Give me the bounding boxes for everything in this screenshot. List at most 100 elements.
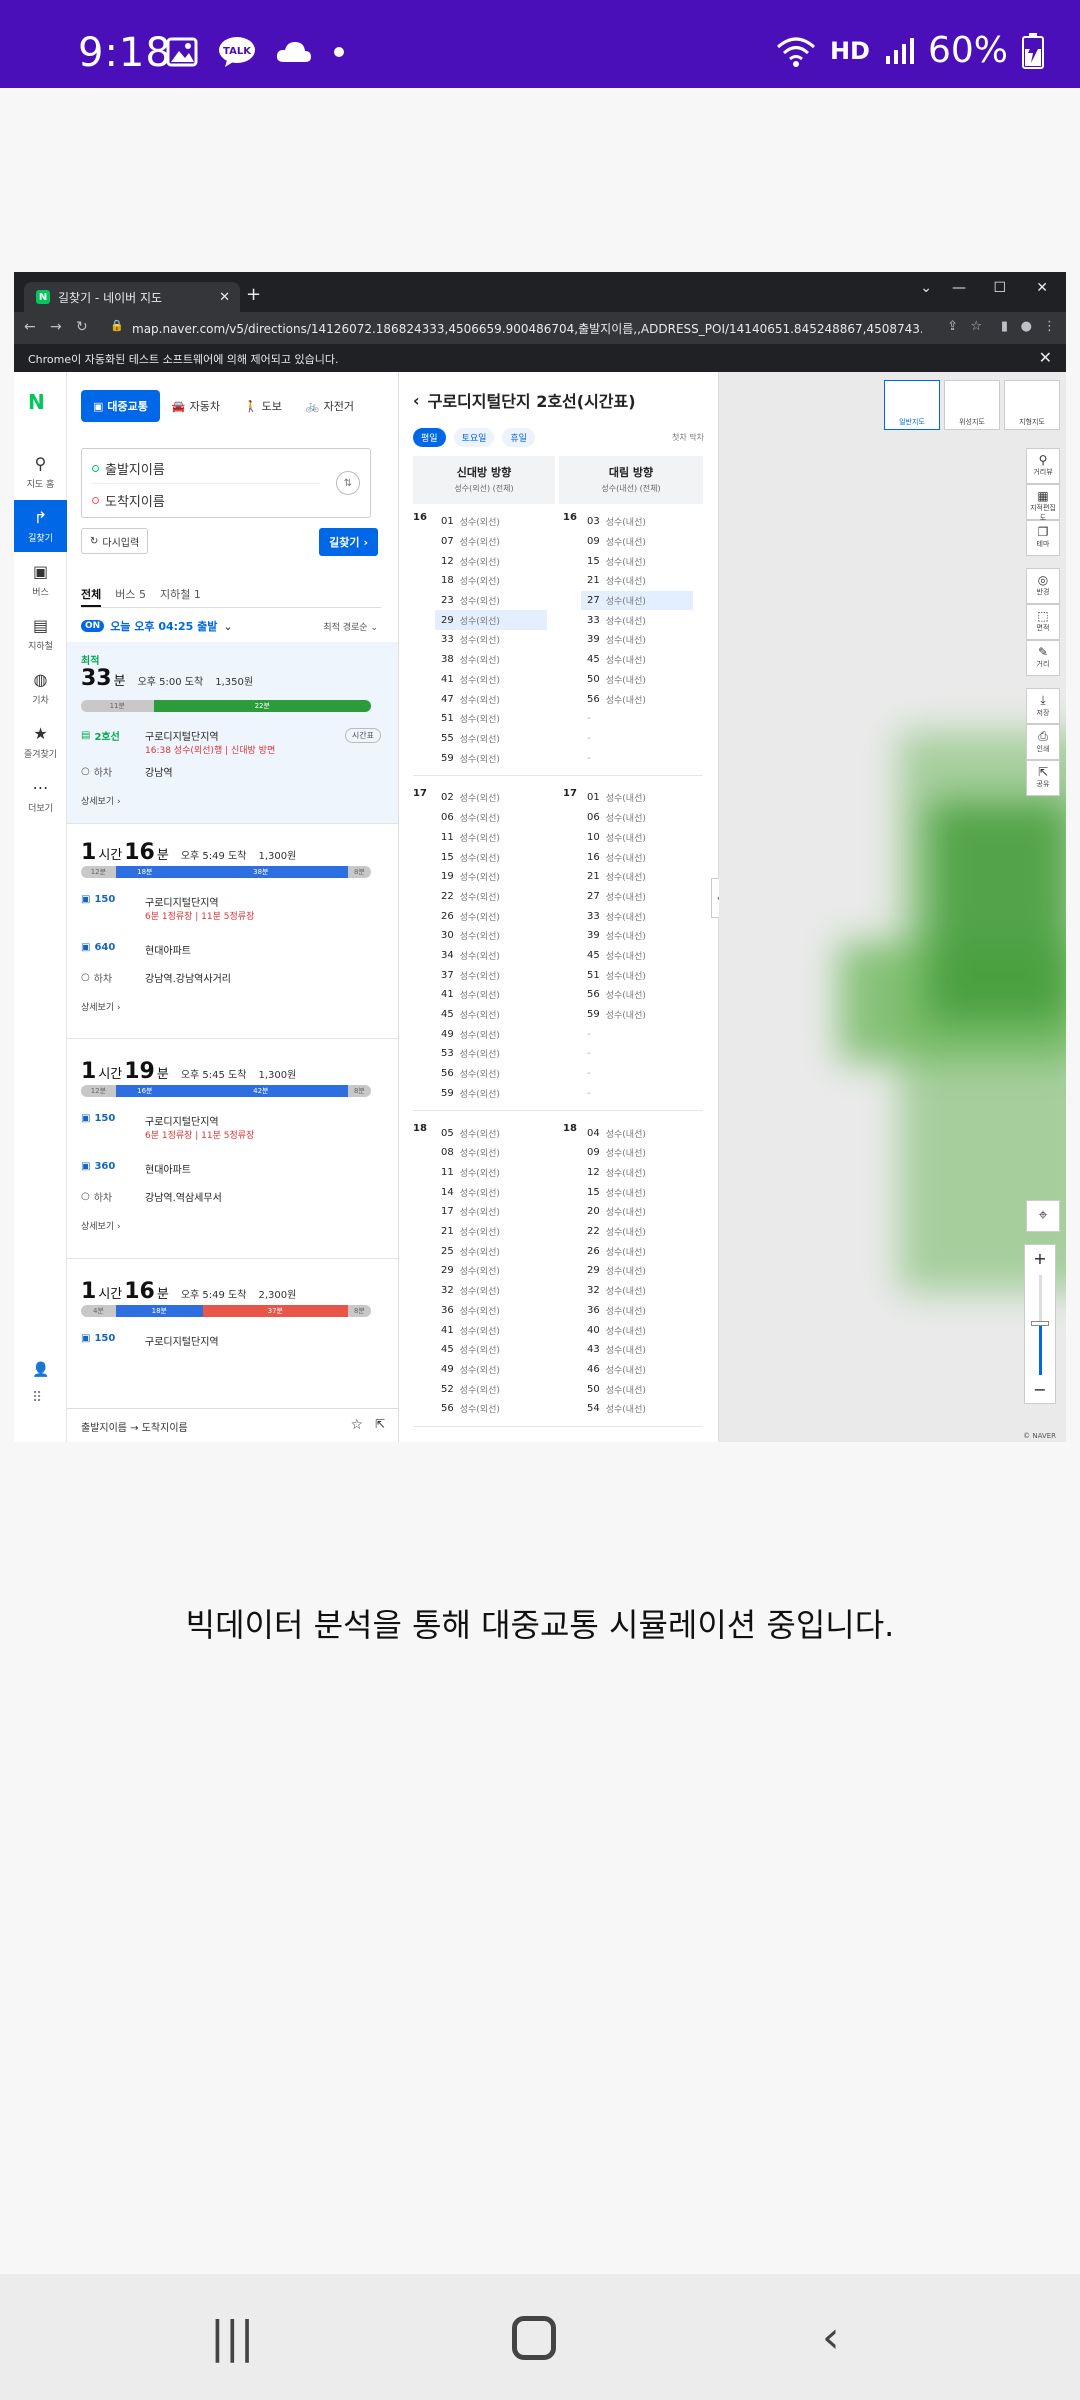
cadastral-button[interactable]: ▦ 지적편집도: [1026, 484, 1060, 522]
mode-car[interactable]: 🚘 자동차: [160, 390, 232, 422]
close-infobar-icon[interactable]: ✕: [1039, 348, 1052, 367]
tab-subway[interactable]: 지하철 1: [160, 580, 201, 607]
departure-minute: 22: [587, 1226, 600, 1238]
save-button[interactable]: ⤓ 저장: [1026, 688, 1060, 724]
automation-notice: Chrome이 자동화된 테스트 소프트웨어에 의해 제어되고 있습니다.: [28, 353, 339, 366]
departure-selector[interactable]: ON 오늘 오후 04:25 출발 ⌄: [81, 618, 233, 634]
back-chevron-icon[interactable]: ‹: [413, 391, 420, 410]
departure-row: 23 성수(외선): [435, 591, 547, 611]
tab-saturday[interactable]: 토요일: [453, 428, 495, 447]
on-badge: ON: [81, 620, 105, 632]
tab-bus[interactable]: 버스 5: [115, 580, 146, 607]
destination-input[interactable]: 도착지이름: [92, 491, 165, 510]
details-link[interactable]: 상세보기 ›: [81, 1219, 121, 1232]
share-icon[interactable]: ⇪: [947, 319, 958, 334]
naver-logo[interactable]: N: [28, 390, 45, 414]
minimize-icon[interactable]: —: [952, 280, 966, 296]
map-type-satellite[interactable]: 위성지도: [944, 380, 1000, 430]
swap-icon[interactable]: ⇅: [336, 471, 360, 495]
find-route-button[interactable]: 길찾기 ›: [319, 528, 378, 556]
maximize-icon[interactable]: ☐: [993, 280, 1006, 296]
departure-minute: 26: [441, 910, 454, 922]
sidebar-item-more[interactable]: ⋯ 더보기: [14, 770, 67, 822]
area-button[interactable]: ⬚ 면적: [1026, 604, 1060, 640]
timetable-button[interactable]: 시간표: [344, 728, 381, 743]
zoom-in-icon[interactable]: +: [1025, 1245, 1055, 1268]
profile-icon[interactable]: ●: [1021, 319, 1032, 334]
reload-icon[interactable]: ↻: [76, 319, 88, 335]
departure-minute: 11: [441, 1167, 454, 1179]
sort-dropdown[interactable]: 최적 경로순 ⌄: [323, 620, 378, 633]
origin-input[interactable]: 출발지이름: [92, 459, 165, 478]
sidebar-item-directions[interactable]: ↱ 길찾기: [14, 500, 67, 552]
zoom-handle[interactable]: [1031, 1321, 1049, 1326]
theme-button[interactable]: ❐ 테마: [1026, 520, 1060, 556]
departure-minute: 55: [441, 732, 454, 744]
route-card[interactable]: 1 시간 16 분 오후 5:49 도착 2,300원 4분 18분 37분 8분 ▣ 150 구로…: [67, 1259, 398, 1399]
sidebar-item-train[interactable]: ◍ 기차: [14, 662, 67, 714]
user-icon[interactable]: 👤: [32, 1362, 49, 1378]
new-tab-icon[interactable]: +: [246, 284, 261, 305]
mode-walk[interactable]: 🚶 도보: [232, 390, 294, 422]
apps-grid-icon[interactable]: ⠿: [32, 1390, 42, 1406]
first-last-toggle[interactable]: 첫차 막차: [672, 432, 704, 443]
sidebar-item-subway[interactable]: ▤ 지하철: [14, 608, 67, 660]
distance-button[interactable]: ✎ 거리: [1026, 640, 1060, 676]
route-leg: ▣ 640 현대아파트: [81, 942, 191, 957]
bookmark-star-icon[interactable]: ☆: [970, 319, 982, 334]
browser-tab[interactable]: N 길찾기 - 네이버 지도 ✕: [24, 282, 240, 312]
back-icon[interactable]: ←: [24, 319, 36, 335]
side-panel-icon[interactable]: ▮: [1001, 319, 1008, 334]
route-card[interactable]: 1 시간 16 분 오후 5:49 도착 1,300원 12분 18분 38분 8분 ▣ 150 구…: [67, 824, 398, 1039]
map-canvas[interactable]: 일반지도 위성지도 지형지도 ⚲ 거리뷰 ▦ 지적편집도 ❐ 테마 ◎ 반경 ⬚ 면적 ✎…: [719, 372, 1066, 1442]
route-bar: 4분 18분 37분 8분: [81, 1305, 371, 1317]
radius-button[interactable]: ◎ 반경: [1026, 568, 1060, 604]
zoom-out-icon[interactable]: −: [1025, 1380, 1055, 1399]
departure-minute: 25: [441, 1245, 454, 1257]
share-button[interactable]: ⇱ 공유: [1026, 760, 1060, 796]
mode-bike[interactable]: 🚲 자전거: [294, 390, 366, 422]
destination-dot-icon: [92, 497, 99, 504]
sidebar-item-bus[interactable]: ▣ 버스: [14, 554, 67, 606]
route-card[interactable]: 1 시간 19 분 오후 5:45 도착 1,300원 12분 16분 42분 8분 ▣ 150 구…: [67, 1039, 398, 1259]
home-icon[interactable]: [512, 2316, 556, 2360]
details-link[interactable]: 상세보기 ›: [81, 794, 121, 807]
sidebar-item-map-home[interactable]: ⚲ 지도 홈: [14, 446, 67, 498]
reset-button[interactable]: ↻ 다시입력: [81, 528, 149, 554]
tab-all[interactable]: 전체: [81, 580, 102, 607]
mode-transit[interactable]: ▣ 대중교통: [81, 390, 160, 422]
map-type-terrain[interactable]: 지형지도: [1004, 380, 1060, 430]
departure-destination: 성수(외선): [459, 715, 500, 726]
departure-row: 12 성수(내선): [581, 1163, 693, 1183]
forward-icon[interactable]: →: [50, 319, 62, 335]
print-button[interactable]: ⎙ 인쇄: [1026, 724, 1060, 760]
close-window-icon[interactable]: ✕: [1036, 280, 1048, 296]
departure-row: 21 성수(내선): [581, 867, 693, 887]
recent-apps-icon[interactable]: |||: [210, 2312, 254, 2363]
sidebar-item-favorites[interactable]: ★ 즐겨찾기: [14, 716, 67, 768]
departure-minute: 06: [441, 812, 454, 824]
address-bar: ← → ↻ 🔒 map.naver.com/v5/directions/1412…: [14, 312, 1066, 344]
departure-minute: -: [587, 1028, 591, 1040]
departure-row: 22 성수(외선): [435, 887, 547, 907]
close-tab-icon[interactable]: ✕: [219, 290, 230, 305]
departure-minute: 07: [441, 536, 454, 548]
line-2-label: ▤ 2호선: [81, 730, 120, 743]
details-link[interactable]: 상세보기 ›: [81, 1000, 121, 1013]
street-view-button[interactable]: ⚲ 거리뷰: [1026, 448, 1060, 484]
my-location-icon[interactable]: ⌖: [1026, 1200, 1060, 1232]
tab-search-icon[interactable]: ⌄: [920, 280, 932, 296]
route-leg: ▣ 150 구로디지털단지역 6분 1정류장 | 11분 5정류장: [81, 1113, 255, 1141]
back-icon[interactable]: ‹: [822, 2312, 840, 2363]
favorite-star-icon[interactable]: ☆: [350, 1417, 363, 1433]
departure-minute: 06: [587, 812, 600, 824]
tab-weekday[interactable]: 평일: [413, 428, 446, 447]
map-type-normal[interactable]: 일반지도: [884, 380, 940, 430]
share-icon[interactable]: ⇱: [375, 1417, 385, 1431]
url-field[interactable]: map.naver.com/v5/directions/14126072.186…: [132, 320, 922, 337]
menu-kebab-icon[interactable]: ⋮: [1043, 319, 1056, 334]
route-card[interactable]: 최적 33 분 오후 5:00 도착 1,350원 11분 22분 ▤ 2호선 구로디지털단…: [67, 642, 398, 824]
departure-row: 17 성수(외선): [435, 1202, 547, 1222]
route-bar-segment: 8분: [347, 1305, 371, 1317]
tab-holiday[interactable]: 휴일: [502, 428, 535, 447]
